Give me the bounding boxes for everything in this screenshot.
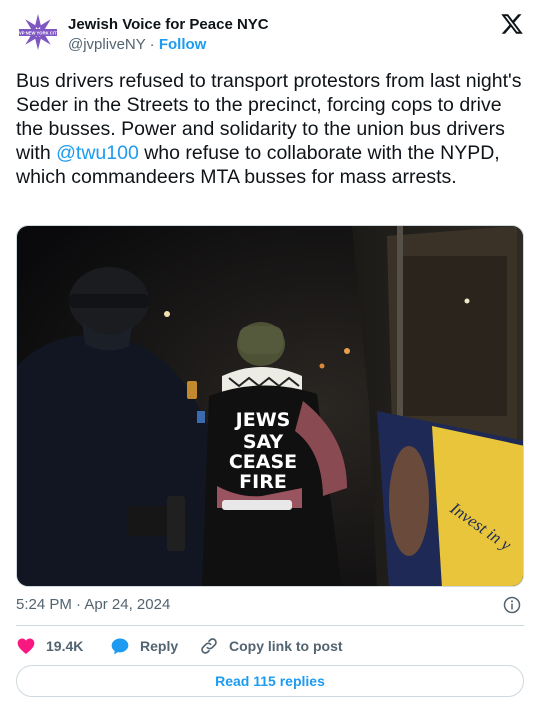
info-icon[interactable] bbox=[503, 596, 521, 614]
copy-link-label: Copy link to post bbox=[229, 638, 343, 654]
read-replies-button[interactable]: Read 115 replies bbox=[16, 665, 524, 697]
reply-bubble-icon bbox=[111, 638, 129, 655]
author-handle[interactable]: @jvpliveNY bbox=[68, 36, 145, 53]
post-date: Apr 24, 2024 bbox=[84, 596, 171, 613]
x-logo-icon[interactable] bbox=[500, 12, 524, 36]
like-button[interactable]: 19.4K bbox=[16, 634, 83, 658]
author-handle-row: @jvpliveNY · Follow bbox=[68, 36, 206, 53]
mention-link[interactable]: @twu100 bbox=[56, 142, 139, 164]
post-actions: 19.4K Reply Copy link to post bbox=[16, 634, 524, 658]
protest-arrest-photo: Invest in y JEWS SAY CEASE FIRE bbox=[17, 226, 523, 586]
divider bbox=[16, 625, 524, 626]
shirt-line: CEASE bbox=[229, 451, 297, 473]
post-time: 5:24 PM bbox=[16, 596, 72, 613]
follow-button[interactable]: Follow bbox=[159, 36, 207, 53]
heart-icon bbox=[17, 638, 35, 654]
handle-separator: · bbox=[149, 36, 155, 53]
like-count: 19.4K bbox=[46, 638, 84, 654]
time-separator: · bbox=[76, 596, 82, 613]
reply-label: Reply bbox=[140, 638, 179, 654]
shirt-line: FIRE bbox=[239, 471, 287, 493]
shirt-line: SAY bbox=[243, 431, 284, 453]
post-text: Bus drivers refused to transport protest… bbox=[16, 69, 524, 189]
avatar-text: JVP NEW YORK CITY bbox=[17, 31, 60, 36]
reply-button[interactable]: Reply bbox=[110, 634, 178, 658]
post-header: JVP NEW YORK CITY Jewish Voice for Peace… bbox=[16, 12, 524, 60]
copy-link-button[interactable]: Copy link to post bbox=[199, 634, 343, 658]
avatar[interactable]: JVP NEW YORK CITY bbox=[16, 12, 60, 56]
shirt-line: JEWS bbox=[234, 409, 291, 431]
embedded-post: JVP NEW YORK CITY Jewish Voice for Peace… bbox=[0, 0, 540, 713]
post-timestamp[interactable]: 5:24 PM · Apr 24, 2024 bbox=[16, 596, 170, 613]
jvp-logo-icon: JVP NEW YORK CITY bbox=[17, 14, 60, 50]
link-icon bbox=[201, 638, 217, 654]
author-name[interactable]: Jewish Voice for Peace NYC bbox=[68, 16, 269, 33]
post-photo[interactable]: Invest in y JEWS SAY CEASE FIRE bbox=[16, 225, 524, 587]
